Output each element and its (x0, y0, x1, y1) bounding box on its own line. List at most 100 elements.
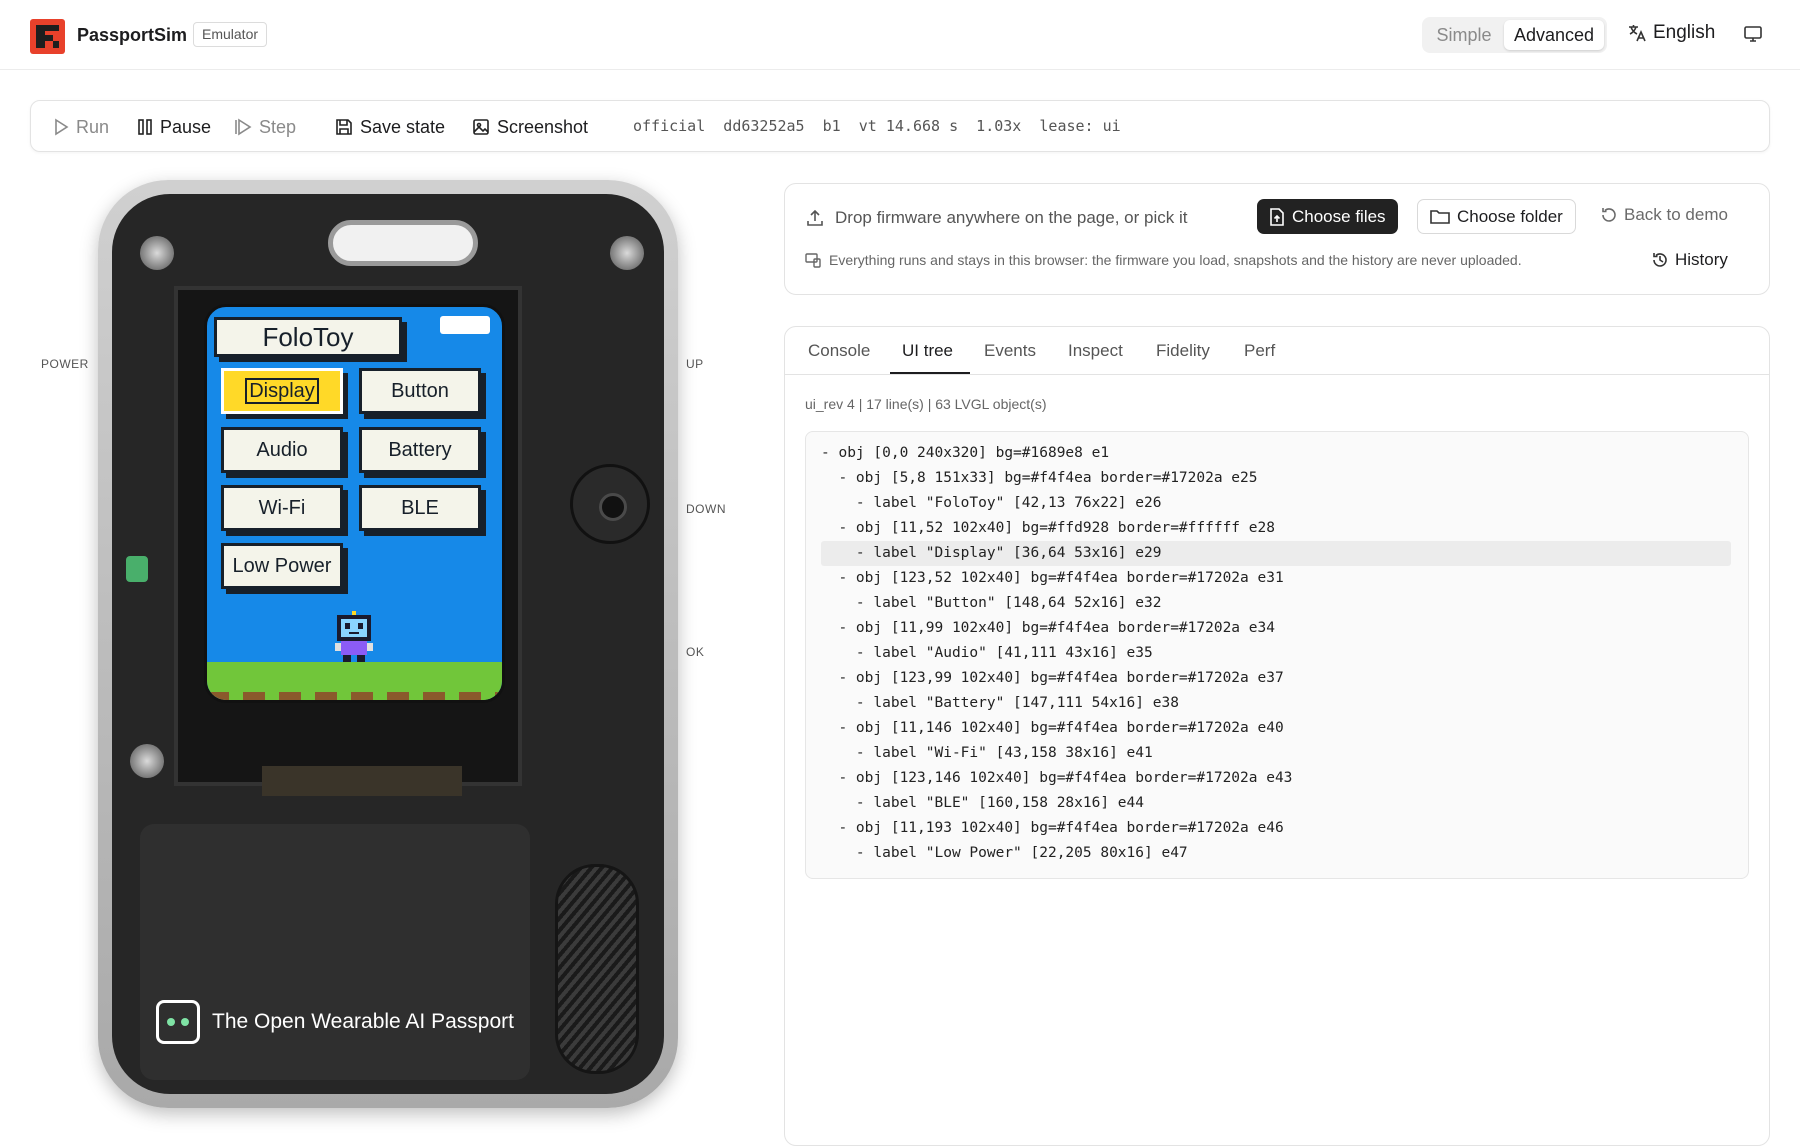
speaker-knob (570, 464, 650, 544)
screw-icon (130, 744, 164, 778)
history-label: History (1675, 250, 1728, 269)
screen-title: FoloToy (214, 317, 402, 357)
save-icon (336, 119, 352, 135)
privacy-text: Everything runs and stays in this browse… (829, 252, 1522, 268)
step-icon (235, 118, 252, 136)
up-label: UP (686, 357, 704, 371)
active-tab-indicator (890, 372, 970, 374)
mode-advanced-button[interactable]: Advanced (1504, 20, 1604, 50)
image-icon (473, 119, 489, 135)
back-to-demo-button[interactable]: Back to demo (1600, 205, 1728, 225)
mode-toggle[interactable]: Simple Advanced (1422, 17, 1607, 53)
device-local-icon (805, 253, 821, 268)
tab-perf[interactable]: Perf (1244, 341, 1275, 361)
status-led (126, 556, 148, 582)
choose-folder-label: Choose folder (1457, 206, 1563, 226)
choose-folder-button[interactable]: Choose folder (1417, 199, 1576, 234)
control-toolbar: Run Pause Step Save state Screenshot off… (30, 100, 1770, 152)
ui-tree-line[interactable]: - label "Low Power" [22,205 80x16] e47 (821, 841, 1188, 866)
speaker-grille (555, 864, 639, 1074)
tab-console[interactable]: Console (808, 341, 870, 361)
face-logo-icon (156, 1000, 200, 1044)
emulator-badge: Emulator (193, 22, 268, 47)
language-label: English (1653, 22, 1716, 43)
ui-tree-line[interactable]: - label "FoloToy" [42,13 76x22] e26 (821, 491, 1162, 516)
firmware-upload-card[interactable]: Drop firmware anywhere on the page, or p… (784, 183, 1770, 295)
translate-icon (1629, 25, 1646, 42)
screenshot-label: Screenshot (497, 116, 589, 137)
ui-tree-line[interactable]: - obj [0,0 240x320] bg=#1689e8 e1 (821, 441, 1109, 466)
down-label: DOWN (686, 502, 726, 516)
ui-tree-line[interactable]: - obj [123,99 102x40] bg=#f4f4ea border=… (821, 666, 1283, 691)
screen-button-audio[interactable]: Audio (221, 427, 343, 473)
tab-inspect[interactable]: Inspect (1068, 341, 1123, 361)
step-button[interactable]: Step (234, 115, 296, 139)
lanyard-slot (328, 220, 478, 266)
emulated-screen[interactable]: FoloToy Display Button Audio Battery Wi-… (204, 304, 505, 703)
folder-icon (1430, 209, 1450, 224)
tab-ui-tree[interactable]: UI tree (902, 341, 953, 361)
debug-tabs: Console UI tree Events Inspect Fidelity … (785, 327, 1769, 375)
power-label: POWER (41, 357, 89, 371)
tab-events[interactable]: Events (984, 341, 1036, 361)
emulator-status-line: official dd63252a5 b1 vt 14.668 s 1.03x … (633, 117, 1121, 135)
passportsim-logo-icon[interactable] (30, 19, 65, 54)
debug-panel: Console UI tree Events Inspect Fidelity … (784, 326, 1770, 1146)
play-icon (55, 118, 69, 136)
privacy-note: Everything runs and stays in this browse… (805, 252, 1522, 268)
drop-text: Drop firmware anywhere on the page, or p… (835, 208, 1188, 227)
screen-button-low-power[interactable]: Low Power (221, 543, 343, 589)
device-tagline: The Open Wearable AI Passport (156, 1000, 514, 1044)
pause-icon (138, 119, 152, 135)
ui-tree-line[interactable]: - obj [11,99 102x40] bg=#f4f4ea border=#… (821, 616, 1275, 641)
ui-tree-line[interactable]: - obj [11,146 102x40] bg=#f4f4ea border=… (821, 716, 1283, 741)
reset-icon (1602, 208, 1616, 222)
screw-icon (610, 236, 644, 270)
robot-mascot-icon (335, 611, 373, 665)
back-to-demo-label: Back to demo (1624, 205, 1728, 224)
screen-button-battery[interactable]: Battery (359, 427, 481, 473)
file-upload-icon (1270, 207, 1284, 226)
device-body: FoloToy Display Button Audio Battery Wi-… (112, 194, 664, 1094)
app-title: PassportSim (77, 25, 188, 45)
app-header: PassportSim Emulator Simple Advanced Eng… (0, 0, 1800, 70)
choose-files-label: Choose files (1292, 206, 1386, 226)
screw-icon (140, 236, 174, 270)
save-state-button[interactable]: Save state (335, 115, 445, 139)
ui-tree-line[interactable]: - label "Battery" [147,111 54x16] e38 (821, 691, 1179, 716)
display-monitor-icon[interactable] (1743, 24, 1763, 44)
screen-button-ble[interactable]: BLE (359, 485, 481, 531)
ui-tree-view[interactable]: - obj [0,0 240x320] bg=#1689e8 e1 - obj … (805, 431, 1749, 879)
save-state-label: Save state (360, 116, 446, 137)
ui-tree-line[interactable]: - obj [123,146 102x40] bg=#f4f4ea border… (821, 766, 1292, 791)
screenshot-button[interactable]: Screenshot (472, 115, 588, 139)
choose-files-button[interactable]: Choose files (1257, 199, 1398, 234)
tab-fidelity[interactable]: Fidelity (1156, 341, 1210, 361)
cloud-icon (440, 316, 490, 334)
run-button[interactable]: Run (53, 115, 109, 139)
tagline-text: The Open Wearable AI Passport (212, 1010, 514, 1033)
pause-button[interactable]: Pause (137, 115, 211, 139)
screen-button-wifi[interactable]: Wi-Fi (221, 485, 343, 531)
upload-icon (807, 209, 823, 226)
ui-tree-line[interactable]: - label "Button" [148,64 52x16] e32 (821, 591, 1162, 616)
ui-tree-line[interactable]: - label "BLE" [160,158 28x16] e44 (821, 791, 1144, 816)
screen-button-display[interactable]: Display (221, 368, 343, 414)
run-label: Run (76, 116, 110, 137)
ui-tree-line[interactable]: - label "Display" [36,64 53x16] e29 (821, 541, 1731, 566)
history-button[interactable]: History (1651, 250, 1728, 270)
ui-tree-line[interactable]: - obj [123,52 102x40] bg=#f4f4ea border=… (821, 566, 1283, 591)
language-selector[interactable]: English (1627, 22, 1715, 44)
mode-simple-button[interactable]: Simple (1426, 20, 1502, 50)
ui-tree-line[interactable]: - obj [5,8 151x33] bg=#f4f4ea border=#17… (821, 466, 1257, 491)
ui-tree-line[interactable]: - obj [11,193 102x40] bg=#f4f4ea border=… (821, 816, 1283, 841)
history-icon (1653, 253, 1667, 267)
ok-label: OK (686, 645, 705, 659)
screen-ground (207, 662, 502, 700)
ribbon-connector (262, 766, 462, 796)
ui-tree-line[interactable]: - obj [11,52 102x40] bg=#ffd928 border=#… (821, 516, 1275, 541)
screen-button-button[interactable]: Button (359, 368, 481, 414)
ui-tree-line[interactable]: - label "Audio" [41,111 43x16] e35 (821, 641, 1153, 666)
passport-device: FoloToy Display Button Audio Battery Wi-… (98, 180, 678, 1108)
ui-tree-line[interactable]: - label "Wi-Fi" [43,158 38x16] e41 (821, 741, 1153, 766)
